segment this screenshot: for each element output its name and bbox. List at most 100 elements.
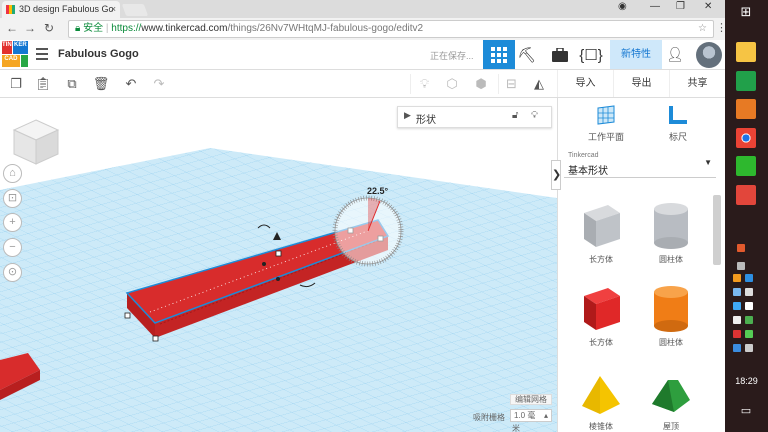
cylinder-icon (654, 286, 688, 332)
chrome-icon[interactable] (736, 128, 756, 148)
light-bulb-icon[interactable]: 💡︎ (531, 110, 538, 121)
snap-grid-select[interactable]: 1.0 毫 ▴ (510, 409, 552, 422)
library-name: 基本形状 (568, 166, 608, 177)
rotation-protractor[interactable] (332, 195, 404, 267)
workplane-canvas[interactable]: ⌂ ⊡ + − ⊙ ▶ 形状 🔓︎ 💡︎ 22.5° 编辑网格 吸附栅格 1.0… (0, 98, 557, 432)
shape-label: 圆柱体 (659, 255, 683, 264)
mirror-icon[interactable]: ◭ (529, 74, 549, 94)
bookmark-star-icon[interactable]: ☆ (698, 21, 707, 37)
export-button[interactable]: 导出 (613, 70, 669, 97)
perspective-button[interactable]: ⊙ (3, 263, 22, 282)
windows-start-icon[interactable]: ⊞ (736, 4, 756, 24)
redo-icon[interactable]: ↷ (149, 74, 169, 94)
sidebar-scrollbar[interactable] (713, 195, 721, 265)
home-view-button[interactable]: ⌂ (3, 164, 22, 183)
wifi-icon[interactable] (737, 262, 745, 270)
copy-icon[interactable]: ❐ (6, 74, 26, 94)
tinkercad-logo[interactable]: TIN KER CAD (2, 41, 28, 67)
tinkercad-header: TIN KER CAD Fabulous Gogo 正在保存... ⛏ {☐} … (0, 40, 725, 70)
reload-icon[interactable]: ↻ (44, 21, 54, 35)
tray-icon[interactable] (733, 316, 741, 324)
wechat-icon[interactable] (736, 156, 756, 176)
lock-icon[interactable]: 🔓︎ (512, 110, 518, 121)
tab-bar: 3D design Fabulous Go × ◉ — ❐ ✕ (0, 0, 725, 18)
avatar[interactable] (696, 42, 722, 68)
tray-icon[interactable] (733, 344, 741, 352)
ruler-tool[interactable]: 标尺 (648, 104, 708, 143)
url-scheme: https:// (111, 23, 142, 34)
fit-view-button[interactable]: ⊡ (3, 189, 22, 208)
paste-icon[interactable]: 📋︎ (33, 74, 53, 94)
tray-icon[interactable] (745, 274, 753, 282)
duplicate-icon[interactable]: ⧉ (62, 74, 82, 94)
briefcase-icon[interactable] (544, 40, 576, 69)
designs-list-icon[interactable] (36, 48, 48, 60)
tray-icon[interactable] (737, 244, 745, 252)
tray-icon[interactable] (733, 288, 741, 296)
shape-box-hole[interactable]: 长方体 (566, 201, 636, 265)
shape-box[interactable]: 长方体 (566, 284, 636, 348)
app-icon[interactable] (736, 99, 756, 119)
notification-icon[interactable]: ▭ (736, 404, 756, 424)
shape-roof[interactable]: 屋顶 (636, 374, 706, 432)
close-window-button[interactable]: ✕ (704, 1, 712, 12)
share-button[interactable]: 共享 (669, 70, 725, 97)
ungroup-icon[interactable]: ⬢ (471, 74, 491, 94)
app-icon[interactable] (736, 185, 756, 205)
shape-inspector[interactable]: ▶ 形状 🔓︎ 💡︎ (397, 106, 552, 128)
shape-library-select[interactable]: Tinkercad 基本形状 ▼ (564, 148, 716, 178)
url-host: www.tinkercad.com (141, 23, 228, 34)
file-explorer-icon[interactable] (736, 42, 756, 62)
workplane-icon (597, 105, 615, 125)
tray-icon[interactable] (745, 330, 753, 338)
design-name[interactable]: Fabulous Gogo (58, 48, 139, 60)
tray-icon[interactable] (745, 316, 753, 324)
forward-arrow-icon[interactable]: → (24, 21, 36, 35)
tab-close-icon[interactable]: × (111, 1, 116, 18)
align-icon[interactable]: ⊟ (498, 74, 524, 94)
workplane-grid[interactable] (0, 98, 557, 432)
undo-icon[interactable]: ↶ (121, 74, 141, 94)
app-icon[interactable] (736, 71, 756, 91)
tray-icon[interactable] (733, 274, 741, 282)
workplane-tool[interactable]: 工作平面 (576, 104, 636, 143)
snap-grid-label: 吸附栅格 (473, 413, 505, 422)
tray-icon[interactable] (733, 330, 741, 338)
zoom-in-button[interactable]: + (3, 213, 22, 232)
pickaxe-icon[interactable]: ⛏ (511, 40, 543, 69)
pyramid-icon (582, 376, 620, 414)
profile-icon[interactable]: ◉ (618, 1, 627, 12)
saving-status: 正在保存... (430, 51, 474, 61)
light-bulb-icon[interactable]: 💡︎ (410, 74, 438, 94)
edit-grid-button[interactable]: 编辑网格 (510, 394, 552, 405)
shape-cylinder-hole[interactable]: 圆柱体 (636, 201, 706, 265)
address-bar[interactable]: 🔒︎ 安全 | https://www.tinkercad.com/things… (68, 20, 714, 38)
maximize-button[interactable]: ❐ (676, 1, 685, 12)
tray-icon[interactable] (745, 288, 753, 296)
shape-pyramid[interactable]: 棱锥体 (566, 374, 636, 432)
view-cube[interactable] (10, 116, 62, 168)
new-features-button[interactable]: 新特性 (610, 40, 662, 69)
shape-label: 长方体 (589, 255, 613, 264)
trash-icon[interactable]: 🗑︎ (91, 74, 111, 94)
browser-tab[interactable]: 3D design Fabulous Go × (2, 1, 120, 18)
expand-arrow-icon[interactable]: ▶ (404, 110, 411, 121)
add-user-icon[interactable]: 👤︎ (666, 46, 684, 63)
collapse-sidebar-button[interactable]: ❯ (551, 160, 561, 190)
grid-view-icon (491, 46, 507, 63)
import-button[interactable]: 导入 (557, 70, 613, 97)
minimize-button[interactable]: — (650, 1, 660, 12)
code-blocks-icon[interactable]: {☐} (575, 40, 607, 69)
tray-icon[interactable] (745, 302, 753, 310)
taskbar-clock[interactable]: 18:29 (725, 376, 768, 386)
zoom-out-button[interactable]: − (3, 238, 22, 257)
new-tab-button[interactable] (121, 4, 149, 16)
secure-label: 安全 (83, 23, 104, 34)
tray-icon[interactable] (733, 302, 741, 310)
box-icon (584, 288, 620, 330)
back-arrow-icon[interactable]: ← (6, 21, 18, 35)
shape-cylinder[interactable]: 圆柱体 (636, 284, 706, 348)
url-path: /things/26Nv7WHtqMJ-fabulous-gogo/editv2 (227, 23, 424, 34)
group-icon[interactable]: ⬡ (442, 74, 462, 94)
volume-icon[interactable] (745, 344, 753, 352)
